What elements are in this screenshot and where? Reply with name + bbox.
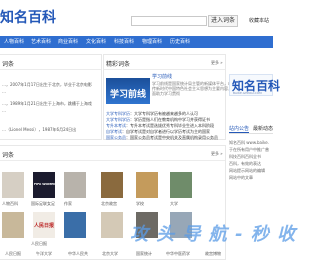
tab-latest-news[interactable]: 最新动态 <box>253 125 273 132</box>
entry-line[interactable]: … <box>2 89 101 94</box>
announcement-tabs: 站内公告 最新动态 <box>229 125 273 134</box>
divider <box>0 160 225 161</box>
bottom-link[interactable]: 午洋大学 <box>36 251 52 257</box>
top-bar: 知名百科 进入词条 收藏本站 <box>0 0 273 33</box>
announcement-line[interactable]: 科技百科百科全书 <box>229 154 273 160</box>
thumbnail-caption[interactable]: 人民日报 <box>31 241 47 247</box>
site-logo[interactable]: 知名百科 <box>0 10 56 26</box>
favorite-link[interactable]: 收藏本站 <box>249 17 269 24</box>
search-button[interactable]: 进入词条 <box>208 15 238 27</box>
right-logo-box[interactable]: 知名百科 BAIKE.GHINGI.COM <box>229 74 280 96</box>
announcement-line[interactable]: 百科，有效的表达 <box>229 161 273 167</box>
feature-image[interactable]: 学习前线 <box>106 78 150 104</box>
announcement-line[interactable]: 网站提示网站的编辑 <box>229 168 273 174</box>
nav-item-people[interactable]: 人物百科 <box>4 36 24 48</box>
thumbnail-label: FIFA WOMEN'S <box>34 182 59 186</box>
bottom-link[interactable]: 中华中医药学 <box>166 251 190 257</box>
featured-link-text: ：国家公务员考试是中央机关及直属机构录用公务员 <box>126 135 218 140</box>
entry-line[interactable]: …，1989年1月21日出生于上海市，跳槽于上海戏 <box>2 101 101 107</box>
bottom-link[interactable]: 故宫博物 <box>205 251 221 257</box>
thumbnail[interactable] <box>64 172 86 198</box>
bottom-link[interactable]: 北京大学 <box>102 251 118 257</box>
entry-line[interactable]: …（Lionel Messi），1987年6月24日出 <box>2 127 101 133</box>
more-link[interactable]: 更多 » <box>211 151 223 157</box>
announcement-line[interactable]: 网站中的文章 <box>229 175 273 181</box>
featured-link-keyword: 大学专科学历 <box>106 117 130 122</box>
announcement-line[interactable]: 于在所有用户中推广普 <box>229 147 273 153</box>
featured-link-keyword: 自学考试 <box>106 129 122 134</box>
more-link[interactable]: 更多 » <box>211 60 223 66</box>
featured-link-text: ：自学考试是对自学者进行以学历考试为主的国家 <box>122 129 210 134</box>
featured-link-keyword: 大学专科学历 <box>106 111 130 116</box>
entry-line[interactable]: … <box>2 108 101 113</box>
thumbnail[interactable]: 人民日报 <box>33 212 55 238</box>
divider <box>0 69 101 70</box>
thumbnail-caption[interactable]: 作家 <box>64 201 72 207</box>
thumbnail-caption[interactable]: 大学 <box>170 201 178 207</box>
featured-link-keyword: 专升本考试 <box>106 123 126 128</box>
thumbnail[interactable] <box>136 172 158 198</box>
nav-item-physics[interactable]: 物理百科 <box>142 36 162 48</box>
divider <box>104 69 225 70</box>
feature-image-text: 学习前线 <box>110 90 147 100</box>
tab-announcements[interactable]: 站内公告 <box>229 125 250 133</box>
right-logo-subtitle: BAIKE.GHINGI.COM <box>233 91 262 95</box>
nav-item-business[interactable]: 商业百科 <box>58 36 78 48</box>
nav-item-culture[interactable]: 文化百科 <box>86 36 106 48</box>
thumbnail[interactable] <box>101 212 123 238</box>
feature-title[interactable]: 学习前线 <box>152 73 172 80</box>
watermark: 攻 头 导 航 - 秒 收 <box>130 224 297 245</box>
nav-item-art[interactable]: 艺术百科 <box>31 36 51 48</box>
bottom-link[interactable]: 人民日报 <box>5 251 21 257</box>
featured-link-keyword: 国家公务员 <box>106 135 126 140</box>
announcement-line[interactable]: 知名百科 www.baike. <box>229 140 273 146</box>
thumbnail[interactable] <box>2 212 24 238</box>
feature-description: 学习前线是国家统计局主管的新媒体平台，以宣传新时代中国特色社会主义思想为主要内容… <box>152 81 236 96</box>
thumbnail[interactable] <box>64 212 86 238</box>
thumbnail[interactable]: FIFA WOMEN'S <box>33 172 59 198</box>
thumbnail[interactable] <box>101 172 123 198</box>
featured-link-text: ：专升本考试是选拔优秀专科毕业生进入本科阶段 <box>126 123 214 128</box>
thumbnail-caption[interactable]: 学校 <box>136 201 144 207</box>
main-nav: 人物百科 艺术百科 商业百科 文化百科 科技百科 物理百科 历史百科 <box>0 36 273 48</box>
search-input[interactable] <box>131 16 207 26</box>
bottom-link[interactable]: 中华人民共 <box>68 251 88 257</box>
thumbnail[interactable] <box>2 172 24 198</box>
thumbnail-caption[interactable]: 人物百科 <box>2 201 18 207</box>
bottom-link[interactable]: 国家统计 <box>136 251 152 257</box>
thumbnail[interactable] <box>170 172 192 198</box>
nav-item-tech[interactable]: 科技百科 <box>114 36 134 48</box>
thumbnail-caption[interactable]: 北京故宫 <box>101 201 117 207</box>
featured-panel-title: 精彩词条 <box>106 61 131 68</box>
thumbnail-caption[interactable]: 国际足联女足 <box>31 201 55 207</box>
featured-link[interactable]: 国家公务员：国家公务员考试是中央机关及直属机构录用公务员 <box>106 135 224 141</box>
featured-link-text: ：学历是指人们在教育机构中学习并获得证书 <box>130 117 210 122</box>
featured-link-text: ：大学专科学历有被越来越多的人认可 <box>130 111 198 116</box>
left-panel-title: 词条 <box>2 61 15 68</box>
nav-item-history[interactable]: 历史百科 <box>170 36 190 48</box>
thumbnail-label: 人民日报 <box>34 223 55 229</box>
image-panel-title: 词条 <box>2 152 15 159</box>
entry-line[interactable]: …，2007年1月17日出生于北京，毕业于北京电影 <box>2 82 101 88</box>
